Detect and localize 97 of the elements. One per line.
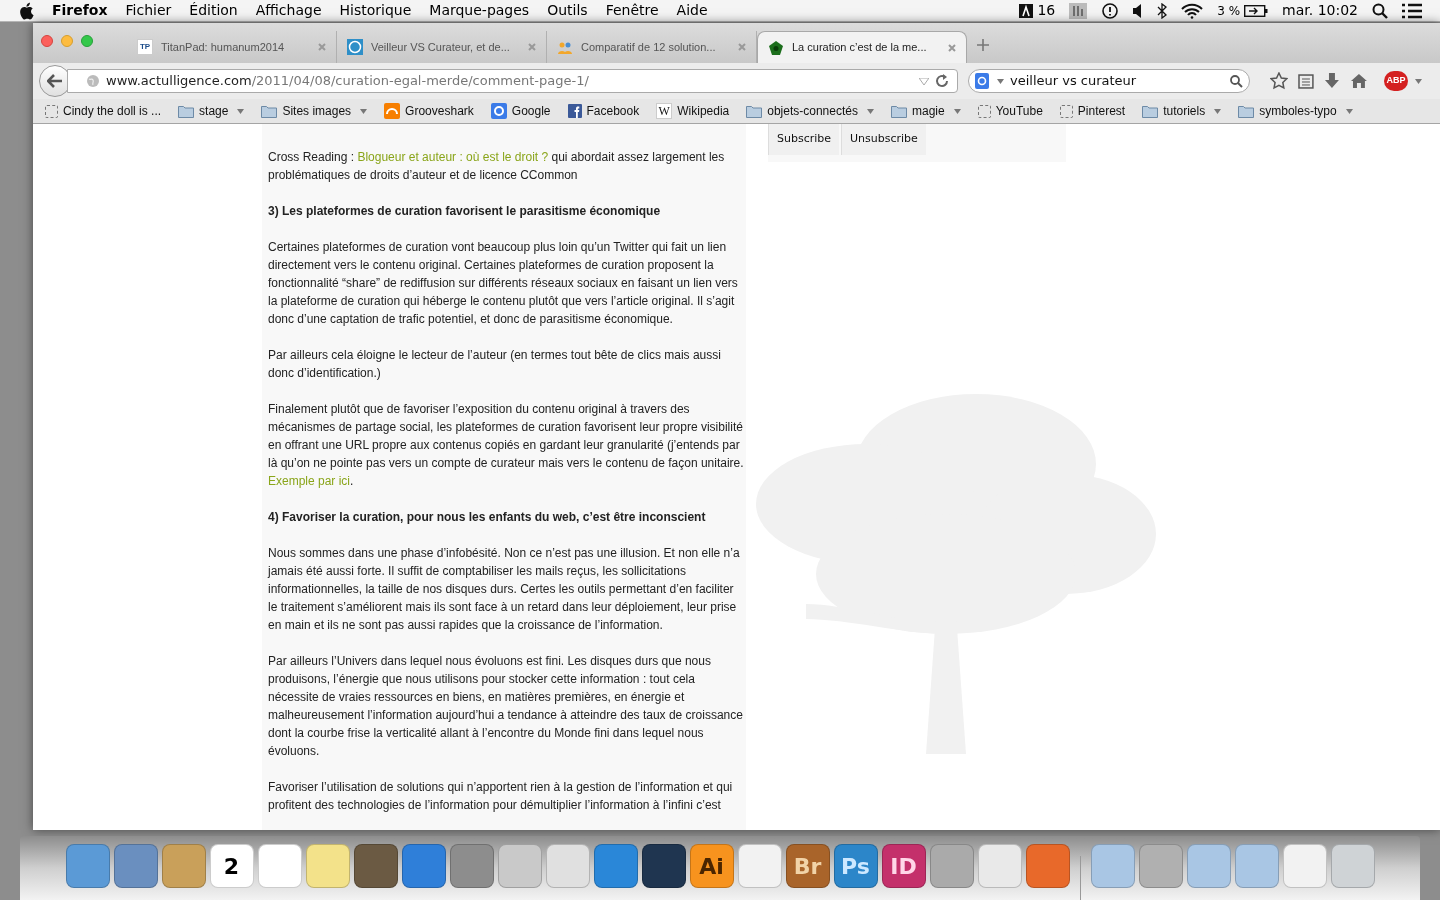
caret-icon [996, 78, 1004, 84]
bookmark-item[interactable]: Sites images [261, 102, 368, 120]
tab-title: Veilleur VS Curateur, et de... [371, 39, 511, 55]
tab-title: La curation c’est de la me... [792, 40, 928, 56]
blank-page-icon [45, 104, 58, 118]
bookmark-item[interactable]: tutoriels [1142, 102, 1222, 120]
menu-item[interactable]: Fenêtre [605, 0, 659, 21]
bookmark-item[interactable]: Grooveshark [384, 102, 474, 120]
dropdown-triangle-icon[interactable] [918, 77, 929, 85]
tab-close-icon[interactable] [738, 43, 746, 51]
speaker-icon [1133, 3, 1144, 18]
headphones-icon [384, 103, 401, 119]
bookmark-item[interactable]: stage [178, 102, 245, 120]
browser-tab[interactable]: La curation c’est de la me... [757, 31, 967, 63]
download-arrow-icon[interactable] [1324, 73, 1341, 89]
bookmark-item[interactable]: symboles-typo [1238, 102, 1353, 120]
back-arrow-icon [47, 74, 63, 88]
menu-item[interactable]: Marque-pages [429, 0, 530, 21]
caret-icon [953, 108, 961, 114]
clipboard-icon[interactable] [1298, 73, 1315, 89]
blank-page-icon [1059, 104, 1073, 118]
bookmark-item[interactable]: objets-connectés [746, 102, 874, 120]
article-paragraph: Cross Reading : Blogueur et auteur : où est le droit ? qui abordait assez largement les problématiques de droits d’auteur et de licence CCommon [268, 149, 726, 184]
new-tab-plus-icon[interactable] [977, 39, 989, 51]
url-text: www.actulligence.com/2011/04/08/curation-egal-merde/comment-page-1/ [106, 72, 589, 91]
address-bar[interactable]: www.actulligence.com/2011/04/08/curation-egal-merde/comment-page-1/ [67, 69, 958, 93]
caret-icon [237, 108, 245, 114]
adobe-icon [1019, 3, 1034, 18]
home-icon[interactable] [1350, 73, 1368, 89]
tab-close-icon[interactable] [318, 43, 326, 51]
folder-icon [178, 104, 195, 118]
bluetooth-icon [1157, 2, 1168, 19]
clock: mar. 10:02 [1282, 1, 1358, 20]
menu-item[interactable]: Aide [676, 0, 708, 21]
star-icon[interactable] [1270, 72, 1289, 90]
folder-icon [261, 104, 278, 118]
tab-title: Comparatif de 12 solution... [581, 39, 717, 55]
indesign-app-icon[interactable]: ID [881, 844, 926, 888]
pentagon-favicon-icon [768, 39, 784, 56]
search-icon[interactable] [1230, 74, 1244, 88]
caret-icon [867, 108, 874, 114]
globe-icon [86, 74, 100, 88]
search-field[interactable]: veilleur vs curateur [967, 69, 1251, 93]
illustrator-app-icon[interactable]: Ai [689, 844, 734, 888]
bookmark-item[interactable]: magie [891, 102, 961, 120]
folder-icon [746, 104, 763, 118]
folder-icon [1142, 104, 1159, 118]
article-paragraph: Certaines plateformes de curation vont beaucoup plus loin qu’un Twitter qui fait un lien directement vers le contenu original. Certaines plateformes de curation proposent la fonctionnalité “share” de rediffusion sur différents réseaux sociaux en faisant un lien vers la plateforme de curation qui héberge le contenu plutôt que vers l’article original. Il s’agit donc d’une captation de trafic potentiel, et donc de parasitisme économique. [268, 239, 739, 328]
menu-item[interactable]: Outils [547, 0, 588, 21]
article-paragraph: Finalement plutôt que de favoriser l’exposition du contenu original à travers des mécanismes de partage social, les plateformes de curation favorisent leur propre visibilité en offrant une URL propre aux contenus copiés en gardant leur granularité (j’entends par là qu’on ne pointe pas vers un compte de curateur mais vers le contenu de façon unitaire. Exemple par ici. [268, 401, 745, 490]
menu-item[interactable]: Fichier [125, 0, 172, 21]
adblock-label: ABP [1384, 71, 1408, 91]
article-paragraph: Par ailleurs cela éloigne le lecteur de l’auteur (en termes tout bête de clics mais aussi donc d’identification.) [268, 347, 722, 382]
menu-item[interactable]: Historique [339, 0, 412, 21]
search-icon[interactable] [1372, 2, 1388, 19]
section-heading: 3) Les plateformes de curation favorisent le parasitisme économique [268, 203, 662, 220]
minimize-window-button[interactable] [61, 35, 73, 47]
tab-close-icon[interactable] [948, 43, 956, 52]
menu-item[interactable]: Édition [189, 0, 238, 21]
bookmark-item[interactable]: Cindy the doll is ... [45, 102, 162, 120]
adobe-count: 16 [1037, 1, 1056, 20]
wikipedia-icon: W [656, 103, 673, 119]
adblock-button[interactable]: ABP [1384, 71, 1422, 91]
list-icon[interactable] [1402, 2, 1422, 19]
search-value: veilleur vs curateur [1009, 72, 1137, 91]
battery-icon [1244, 4, 1269, 17]
folder-icon [1238, 104, 1255, 118]
bookmark-item[interactable]: Facebook [567, 102, 640, 120]
folder-icon [891, 104, 907, 118]
caret-icon [360, 108, 368, 114]
app-menu[interactable]: Firefox [52, 0, 108, 21]
zoom-window-button[interactable] [81, 35, 93, 47]
reload-icon[interactable] [934, 74, 949, 88]
tab-close-icon[interactable] [528, 43, 536, 51]
battery-percent: 3 % [1217, 2, 1241, 20]
subscription-button[interactable]: Unsubscribe [841, 124, 926, 155]
close-window-button[interactable] [41, 35, 53, 47]
blank-page-icon [977, 104, 991, 118]
article-paragraph: Favoriser l’utilisation de solutions qui n’apportent rien à la gestion de l’information et qui profitent des technologies de l’information pour démultiplier l’information à l’infini c’est [268, 779, 734, 814]
bookmark-item[interactable]: W Wikipedia [656, 102, 730, 120]
bookmark-item[interactable]: Pinterest [1059, 102, 1126, 120]
menu-item[interactable]: Affichage [255, 0, 322, 21]
subscription-button[interactable]: Subscribe [768, 124, 840, 155]
calendar-app-icon[interactable]: 2 [209, 844, 254, 888]
tp-favicon: TP [137, 39, 153, 55]
facebook-icon [567, 104, 582, 118]
caret-icon [1214, 108, 1222, 114]
section-heading: 4) Favoriser la curation, pour nous les enfants du web, c’est être inconscient [268, 509, 707, 526]
bookmark-item[interactable]: YouTube [977, 102, 1043, 120]
wifi-icon [1181, 2, 1204, 19]
tab-title: TitanPad: humanum2014 [161, 39, 286, 55]
caret-icon [1345, 108, 1353, 114]
article-paragraph: Par ailleurs l’Univers dans lequel nous évoluons est fini. Les disques durs que nous produisons, l’énergie que nous utilisons pour stocker cette information : tout cela nécessite de vraies ressources en biens, en matières premières, en énergie et malheureusement l’information aujourd’hui a tendance à atteindre des taux de croissance dont la courbe frise la verticalité allant à l’encontre du Monde fini dans lequel nous évoluons. [268, 653, 744, 760]
article-paragraph: Nous sommes dans une phase d’infobésité. Non ce n’est pas une illusion. Et non elle n’a jamais été aussi forte. Il suffit de comptabiliser les mails reçus, les sollicitations informationnelles, la taille de nos disques durs. Certes les outils permettant d’en faciliter le traitement s’améliorent mais ils sont face à un retard dans leur déploiement, leur prise en main et ils ne sont pas aussi rapides que la croissance de l’information. [268, 545, 741, 634]
apple-icon [18, 1, 34, 20]
bookmark-item[interactable]: Google [490, 102, 551, 120]
caret-icon [1415, 78, 1422, 84]
